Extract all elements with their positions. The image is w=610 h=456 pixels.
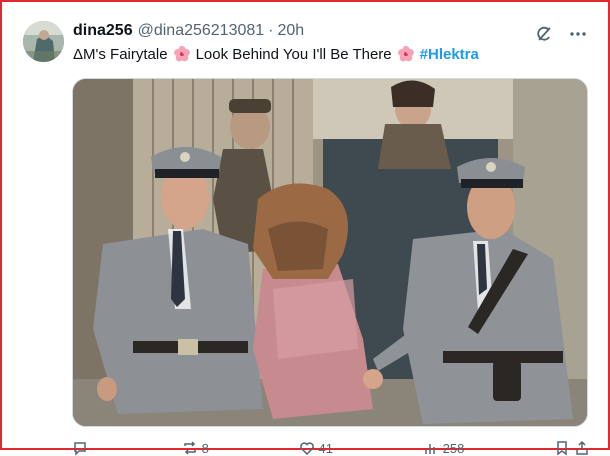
separator-dot: · xyxy=(268,22,274,39)
share-buttons xyxy=(554,440,590,456)
tweet-text-part2: Look Behind You I'll Be There xyxy=(195,45,392,63)
heart-icon xyxy=(299,442,314,456)
views-icon xyxy=(424,444,435,454)
like-count: 41 xyxy=(318,440,333,456)
hashtag-link[interactable]: #Hlektra xyxy=(420,46,479,63)
tweet-text-part1: ΔM's Fairytale xyxy=(73,45,168,63)
retweet-icon xyxy=(183,441,196,455)
grok-icon[interactable] xyxy=(534,24,554,44)
reply-icon xyxy=(74,442,86,456)
like-button[interactable]: 41 xyxy=(299,440,333,456)
bookmark-icon[interactable] xyxy=(554,440,570,456)
views-count: 258 xyxy=(442,440,465,456)
hibiscus-emoji-icon xyxy=(397,45,415,63)
tweet-media-image[interactable] xyxy=(72,78,588,427)
share-icon[interactable] xyxy=(574,440,590,456)
display-name[interactable]: dina256 xyxy=(73,22,133,40)
retweet-count: 8 xyxy=(201,440,209,456)
hibiscus-emoji-icon xyxy=(173,45,191,63)
reply-button[interactable] xyxy=(72,440,92,456)
user-handle[interactable]: @dina256213081 xyxy=(138,22,265,40)
avatar[interactable] xyxy=(23,21,64,62)
timestamp[interactable]: 20h xyxy=(278,22,305,40)
tweet-top-actions xyxy=(534,24,588,44)
more-icon[interactable] xyxy=(568,24,588,44)
tweet-action-bar: 8 41 258 xyxy=(72,440,590,456)
views-button[interactable]: 258 xyxy=(423,440,465,456)
retweet-button[interactable]: 8 xyxy=(182,440,209,456)
tweet-text: ΔM's Fairytale Look Behind You I'll Be T… xyxy=(73,45,479,63)
tweet-header: dina256 @dina256213081 · 20h xyxy=(73,22,304,40)
